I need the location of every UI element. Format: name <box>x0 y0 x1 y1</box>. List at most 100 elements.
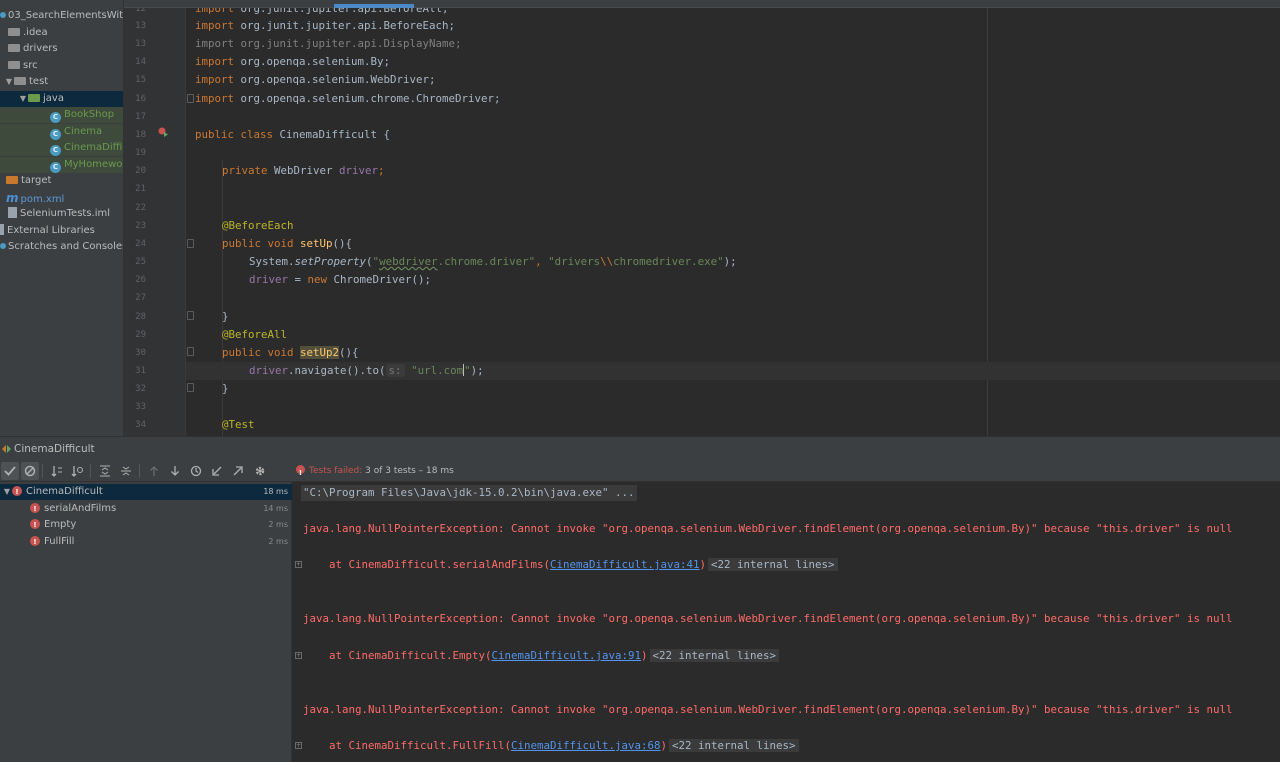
test-case-fullfill[interactable]: FullFill 2 ms <box>0 534 292 550</box>
collapse-all-button[interactable] <box>117 462 135 480</box>
code-line[interactable]: driver = new ChromeDriver(); <box>195 271 431 289</box>
internal-lines-fold[interactable]: <22 internal lines> <box>708 558 838 571</box>
code-line-class-decl[interactable]: public class CinemaDifficult { <box>195 126 390 144</box>
line-number: 28 <box>135 312 146 322</box>
chevron-down-icon[interactable]: ▼ <box>2 484 12 500</box>
code-line-unused-import[interactable]: import org.junit.jupiter.api.DisplayName… <box>195 35 462 53</box>
chevron-down-icon[interactable]: ▼ <box>4 74 14 90</box>
code-line-annotation[interactable]: @Test <box>195 416 255 434</box>
editor-tab-active[interactable] <box>334 4 414 8</box>
editor-tab-bar <box>124 0 1280 8</box>
expand-stacktrace-icon[interactable]: + <box>295 742 302 749</box>
collapse-all-icon <box>121 466 131 476</box>
code-line[interactable]: System.setProperty("webdriver.chrome.dri… <box>195 253 737 271</box>
expand-all-button[interactable] <box>96 462 114 480</box>
arrow-down-icon <box>171 466 179 476</box>
tree-item-scratches[interactable]: Scratches and Consoles <box>0 239 123 255</box>
tree-item-java[interactable]: ▼ java <box>0 91 123 107</box>
code-line[interactable]: import org.openqa.selenium.WebDriver; <box>195 71 436 89</box>
expand-stacktrace-icon[interactable]: + <box>295 652 302 659</box>
internal-lines-fold[interactable]: <22 internal lines> <box>669 739 799 752</box>
test-status-summary: Tests failed: 3 of 3 tests – 18 ms <box>296 460 454 484</box>
test-case-serialandfilms[interactable]: serialAndFilms 14 ms <box>0 501 292 517</box>
parameter-hint: s: <box>385 364 405 377</box>
run-test-icon[interactable] <box>158 127 168 137</box>
check-icon <box>4 466 16 476</box>
line-number: 34 <box>135 420 146 430</box>
sort-duration-icon <box>71 466 83 477</box>
test-settings-button[interactable] <box>251 462 269 480</box>
line-number: 15 <box>135 75 146 85</box>
folder-icon <box>14 77 26 85</box>
test-results-tree: ▼CinemaDifficult 18 ms serialAndFilms 14… <box>0 482 292 762</box>
line-number: 27 <box>135 293 146 303</box>
toolbar-separator <box>139 464 140 478</box>
tree-item-module[interactable]: 03_SearchElementsWithS <box>0 8 123 24</box>
code-line[interactable]: public void setUp2(){ <box>195 344 359 362</box>
source-link[interactable]: CinemaDifficult.java:41 <box>550 558 700 571</box>
line-number: 23 <box>135 221 146 231</box>
code-line-annotation[interactable]: @BeforeEach <box>195 217 294 235</box>
fold-icon[interactable] <box>187 383 194 392</box>
source-link[interactable]: CinemaDifficult.java:91 <box>492 649 642 662</box>
tree-item-bookshop[interactable]: C BookShop <box>0 107 123 123</box>
line-number: 19 <box>135 148 146 158</box>
toolbar-separator <box>42 464 43 478</box>
test-history-button[interactable] <box>187 462 205 480</box>
code-editor[interactable]: 12 13 13 14 15 16 17 18 19 20 21 22 23 2… <box>124 0 1280 436</box>
code-line[interactable]: } <box>195 380 229 398</box>
folder-icon <box>8 44 20 52</box>
java-class-icon: C <box>50 129 61 140</box>
sort-alpha-icon <box>51 466 62 477</box>
code-line[interactable]: private WebDriver driver; <box>195 162 385 180</box>
code-line[interactable]: import org.openqa.selenium.chrome.Chrome… <box>195 90 501 108</box>
chevron-down-icon[interactable]: ▼ <box>18 91 28 107</box>
test-console-output[interactable]: "C:\Program Files\Java\jdk-15.0.2\bin\ja… <box>292 482 1280 762</box>
code-line[interactable]: } <box>195 308 229 326</box>
line-number: 13 <box>135 21 146 31</box>
tree-item-pom[interactable]: m pom.xml <box>0 190 123 206</box>
code-line[interactable]: public void setUp(){ <box>195 235 352 253</box>
fold-icon[interactable] <box>187 311 194 320</box>
sort-by-duration-button[interactable] <box>68 462 86 480</box>
console-command-line: "C:\Program Files\Java\jdk-15.0.2\bin\ja… <box>301 485 637 501</box>
fold-icon[interactable] <box>187 347 194 356</box>
expand-stacktrace-icon[interactable]: + <box>295 561 302 568</box>
tree-item-cinemadifficult[interactable]: CCinemaDifficult <box>0 140 123 156</box>
tree-item-src[interactable]: src <box>0 58 123 74</box>
internal-lines-fold[interactable]: <22 internal lines> <box>649 649 780 662</box>
export-icon <box>233 466 243 476</box>
show-passed-button[interactable] <box>1 462 19 480</box>
tree-item-external-libraries[interactable]: External Libraries <box>0 223 123 239</box>
line-number: 17 <box>135 112 146 122</box>
code-line-annotation[interactable]: @BeforeAll <box>195 326 287 344</box>
next-failed-test-button[interactable] <box>166 462 184 480</box>
tree-item-drivers[interactable]: drivers <box>0 41 123 57</box>
show-ignored-button[interactable] <box>21 462 39 480</box>
tree-item-cinema[interactable]: C Cinema <box>0 124 123 140</box>
source-link[interactable]: CinemaDifficult.java:68 <box>511 739 661 752</box>
project-tree: 03_SearchElementsWithS .idea drivers src… <box>0 0 124 436</box>
import-tests-button[interactable] <box>208 462 226 480</box>
run-tab-cinemadifficult[interactable]: CinemaDifficult <box>0 437 105 461</box>
test-runner-toolbar: Tests failed: 3 of 3 tests – 18 ms <box>0 460 1280 484</box>
tree-item-target[interactable]: target <box>0 173 123 189</box>
test-suite-cinemadifficult[interactable]: ▼CinemaDifficult 18 ms <box>0 484 292 500</box>
fold-icon[interactable] <box>187 239 194 248</box>
history-icon <box>190 465 202 477</box>
code-line[interactable]: import org.openqa.selenium.By; <box>195 53 390 71</box>
line-number: 31 <box>135 366 146 376</box>
tree-item-myhomework[interactable]: CMyHomework <box>0 157 123 173</box>
tree-item-idea[interactable]: .idea <box>0 25 123 41</box>
tree-item-iml[interactable]: SeleniumTests.iml <box>0 206 123 222</box>
previous-failed-test-button[interactable] <box>145 462 163 480</box>
code-line[interactable]: import org.junit.jupiter.api.BeforeEach; <box>195 17 455 35</box>
test-case-empty[interactable]: Empty 2 ms <box>0 517 292 533</box>
code-line-current[interactable]: driver.navigate().to(s: "url.com"); <box>186 362 1280 380</box>
export-tests-button[interactable] <box>229 462 247 480</box>
fold-icon[interactable] <box>187 94 194 103</box>
error-icon <box>30 517 40 533</box>
console-exception-message: java.lang.NullPointerException: Cannot i… <box>303 522 1233 535</box>
sort-alphabetically-button[interactable] <box>48 462 66 480</box>
tree-item-test[interactable]: ▼ test <box>0 74 123 90</box>
